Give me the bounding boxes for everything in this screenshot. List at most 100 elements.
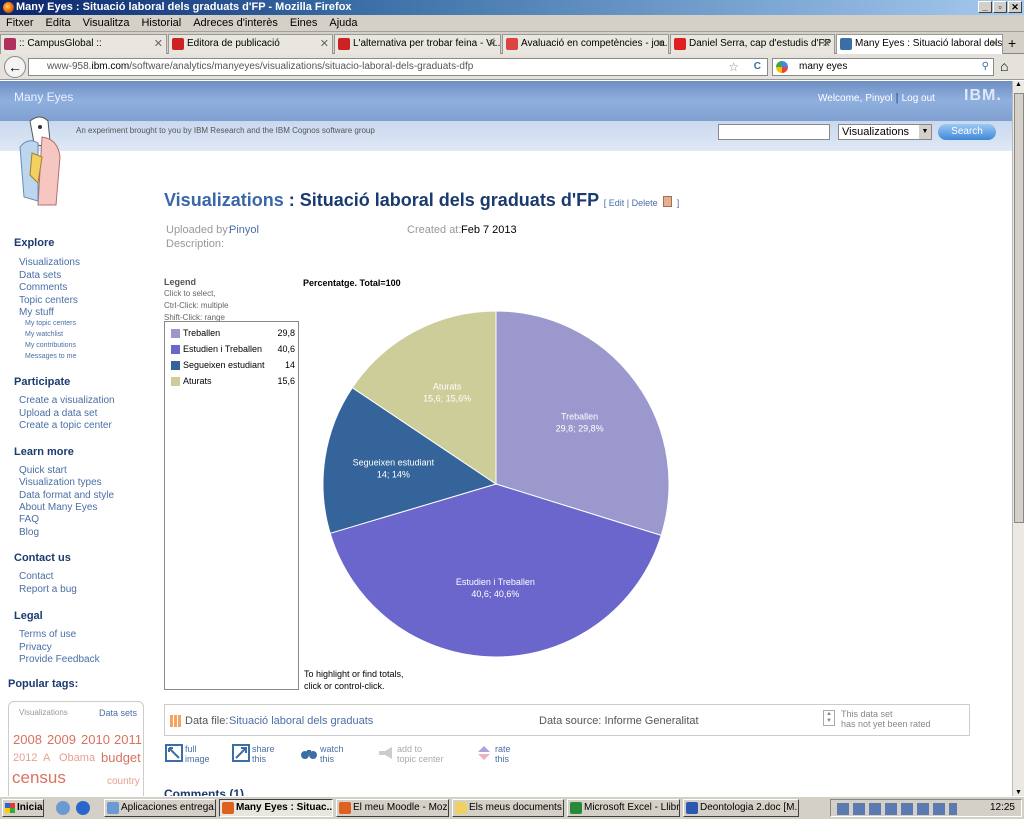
taskbar-item[interactable]: El meu Moodle - Mozill...: [336, 799, 449, 817]
sidebar-link[interactable]: Provide Feedback: [19, 654, 100, 665]
tag-tab-datasets[interactable]: Data sets: [99, 708, 137, 718]
sidebar-link[interactable]: Blog: [19, 527, 39, 538]
minimize-button[interactable]: _: [978, 1, 992, 13]
legend-item[interactable]: Aturats 15,6: [169, 374, 295, 388]
sidebar-link[interactable]: Privacy: [19, 642, 52, 653]
legend-item[interactable]: Treballen 29,8: [169, 326, 295, 340]
sidebar-link[interactable]: Contact: [19, 571, 53, 582]
tag-link[interactable]: 2010: [81, 732, 110, 747]
tag-link[interactable]: 2012: [13, 752, 37, 764]
maximize-button[interactable]: ▫: [993, 1, 1007, 13]
taskbar-item[interactable]: Many Eyes : Situac...: [219, 799, 333, 817]
menu-edit[interactable]: Edita: [40, 15, 77, 32]
search-button[interactable]: Search: [938, 124, 996, 140]
sidebar-link[interactable]: Quick start: [19, 465, 67, 476]
sidebar-link[interactable]: Create a topic center: [19, 420, 112, 431]
legend-swatch: [171, 361, 180, 370]
visualizations-link[interactable]: Visualizations: [164, 190, 284, 210]
taskbar-item[interactable]: Deontologia 2.doc [M...: [683, 799, 799, 817]
back-button[interactable]: ←: [4, 56, 26, 78]
bookmark-star-icon[interactable]: ☆: [728, 59, 739, 75]
taskbar-item[interactable]: Els meus documents: [452, 799, 564, 817]
tab-close-icon[interactable]: ✕: [656, 35, 665, 53]
sidebar-link[interactable]: Data format and style: [19, 490, 114, 501]
tab-close-icon[interactable]: ✕: [822, 35, 831, 53]
browser-tab[interactable]: Avaluació en competències - joa... ✕: [502, 34, 669, 54]
uploader-link[interactable]: Pinyol: [229, 224, 259, 236]
tag-link[interactable]: A: [43, 752, 50, 764]
tag-link[interactable]: 2011: [114, 732, 142, 747]
taskbar-item[interactable]: Microsoft Excel - Llibre1: [567, 799, 680, 817]
tag-link[interactable]: 2008: [13, 732, 42, 747]
sidebar-link[interactable]: My contributions: [25, 342, 76, 349]
tag-tab-visualizations[interactable]: Visualizations: [19, 708, 68, 717]
sidebar-link[interactable]: Visualizations: [19, 257, 80, 268]
sidebar-link[interactable]: Report a bug: [19, 584, 77, 595]
scroll-thumb[interactable]: [1014, 93, 1024, 523]
tab-close-icon[interactable]: ✕: [990, 35, 999, 53]
menu-help[interactable]: Ajuda: [323, 15, 363, 32]
browser-tab[interactable]: L'alternativa per trobar feina - Vi... ✕: [334, 34, 501, 54]
scroll-up-icon[interactable]: ▲: [1015, 81, 1022, 88]
tab-close-icon[interactable]: ✕: [154, 35, 163, 53]
menu-file[interactable]: Fitxer: [0, 15, 40, 32]
menu-bookmarks[interactable]: Adreces d'interès: [187, 15, 284, 32]
menu-tools[interactable]: Eines: [284, 15, 324, 32]
site-brand[interactable]: Many Eyes: [14, 90, 73, 104]
sidebar-link[interactable]: My stuff: [19, 307, 54, 318]
browser-tab[interactable]: :: CampusGlobal :: ✕: [0, 34, 167, 54]
magnifier-icon[interactable]: ⚲: [982, 59, 989, 75]
tag-link[interactable]: budget: [101, 750, 141, 765]
start-button[interactable]: Inicia: [2, 799, 44, 817]
sidebar-link[interactable]: Messages to me: [25, 353, 76, 360]
tag-link[interactable]: Obama: [59, 752, 95, 764]
sidebar-link[interactable]: Data sets: [19, 270, 61, 281]
pie-chart[interactable]: Treballen 29,8; 29,8% Estudien i Treballen…: [303, 291, 693, 671]
sidebar-link[interactable]: Create a visualization: [19, 395, 115, 406]
trash-icon[interactable]: [662, 195, 672, 207]
rating-arrows-icon[interactable]: ▲ ▼: [823, 710, 835, 726]
sidebar-link[interactable]: Visualization types: [19, 477, 102, 488]
browser-tab[interactable]: Many Eyes : Situació laboral dels... ✕: [836, 34, 1003, 54]
data-file-link[interactable]: Situació laboral dels graduats: [229, 715, 373, 727]
tag-link[interactable]: census: [12, 768, 66, 788]
user-link[interactable]: Pinyol: [865, 93, 892, 104]
quicklaunch-icon[interactable]: [56, 801, 70, 815]
reload-icon[interactable]: C: [754, 59, 761, 75]
sidebar-link[interactable]: My watchlist: [25, 331, 63, 338]
tab-close-icon[interactable]: ✕: [320, 35, 329, 53]
close-button[interactable]: ✕: [1008, 1, 1022, 13]
browser-tab[interactable]: Editora de publicació ✕: [168, 34, 333, 54]
site-search-input[interactable]: [718, 124, 830, 140]
url-host: ibm.com: [91, 61, 130, 72]
tab-label: Editora de publicació: [187, 38, 280, 49]
legend-item[interactable]: Estudien i Treballen 40,6: [169, 342, 295, 356]
logout-link[interactable]: Log out: [902, 93, 935, 104]
ie-icon[interactable]: [76, 801, 90, 815]
new-tab-button[interactable]: +: [1008, 35, 1016, 51]
sidebar-link[interactable]: Topic centers: [19, 295, 78, 306]
sidebar-link[interactable]: My topic centers: [25, 320, 76, 327]
search-engine-input[interactable]: many eyes ⚲: [772, 58, 994, 76]
sidebar-link[interactable]: FAQ: [19, 514, 39, 525]
home-icon[interactable]: ⌂: [1000, 58, 1008, 74]
sidebar-link[interactable]: Comments: [19, 282, 67, 293]
vertical-scrollbar[interactable]: ▲ ▼: [1012, 81, 1024, 796]
taskbar-item[interactable]: Aplicaciones entrega...: [104, 799, 216, 817]
menu-view[interactable]: Visualitza: [77, 15, 136, 32]
edit-delete-links[interactable]: [ Edit | Delete: [604, 198, 658, 208]
sidebar-link[interactable]: Upload a data set: [19, 408, 97, 419]
site-subbanner: An experiment brought to you by IBM Rese…: [0, 121, 1012, 151]
tray-icons[interactable]: [837, 803, 957, 815]
sidebar-link[interactable]: Terms of use: [19, 629, 76, 640]
url-bar[interactable]: www-958.ibm.com/software/analytics/manye…: [28, 58, 768, 76]
search-type-select[interactable]: Visualizations ▼: [838, 124, 932, 140]
scroll-down-icon[interactable]: ▼: [1015, 789, 1022, 796]
browser-tab[interactable]: Daniel Serra, cap d'estudis d'FP ... ✕: [670, 34, 835, 54]
tab-close-icon[interactable]: ✕: [488, 35, 497, 53]
tag-link[interactable]: 2009: [47, 732, 76, 747]
menu-history[interactable]: Historial: [135, 15, 187, 32]
sidebar-link[interactable]: About Many Eyes: [19, 502, 97, 513]
legend-item[interactable]: Segueixen estudiant 14: [169, 358, 295, 372]
tag-link[interactable]: country: [107, 776, 140, 787]
